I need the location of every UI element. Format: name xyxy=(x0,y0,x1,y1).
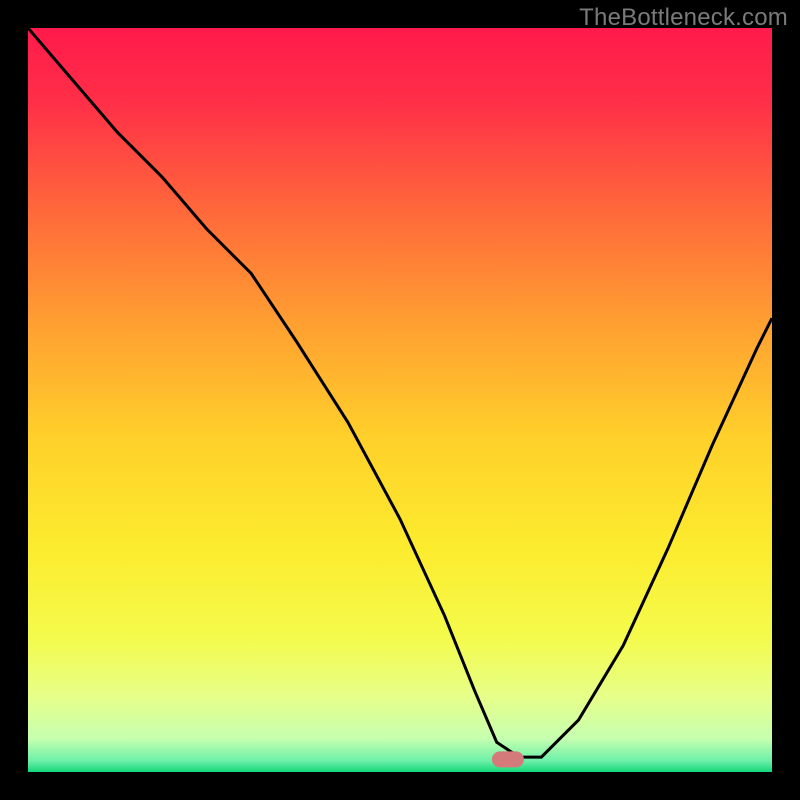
chart-frame: TheBottleneck.com xyxy=(0,0,800,800)
chart-svg xyxy=(28,28,772,772)
current-config-marker xyxy=(492,751,524,767)
watermark-text: TheBottleneck.com xyxy=(579,4,788,32)
gradient-background xyxy=(28,28,772,772)
plot-area xyxy=(28,28,772,772)
